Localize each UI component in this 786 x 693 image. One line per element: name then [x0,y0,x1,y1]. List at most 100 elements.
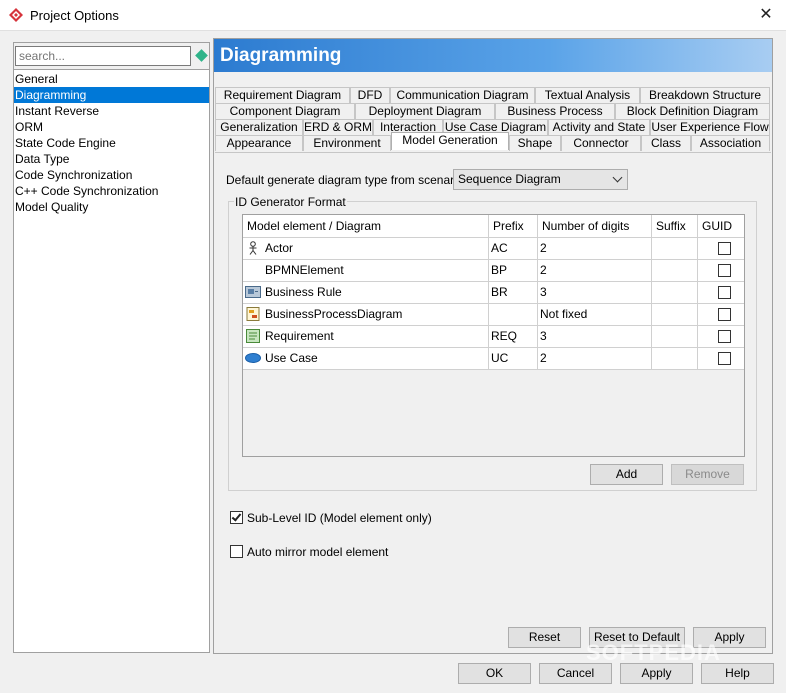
id-format-table: Model element / Diagram Prefix Number of… [242,214,745,457]
app-logo-icon [9,8,23,22]
guid-checkbox[interactable] [718,308,731,321]
tab-connector[interactable]: Connector [561,135,641,151]
digits-cell[interactable]: 2 [538,348,652,369]
nav-item-orm[interactable]: ORM [14,119,209,135]
suffix-cell[interactable] [652,282,698,303]
window-title: Project Options [30,8,119,23]
watermark: SOFTPEDIA [586,640,721,665]
chevron-down-icon [612,172,623,183]
column-header-guid[interactable]: GUID [698,215,744,238]
sub-level-id-label: Sub-Level ID (Model element only) [247,511,432,525]
element-name: Use Case [265,351,318,365]
digits-cell[interactable]: 3 [538,326,652,347]
tab-appearance[interactable]: Appearance [215,135,303,151]
element-name: Business Rule [265,285,342,299]
tab-deployment-diagram[interactable]: Deployment Diagram [355,103,495,119]
suffix-cell[interactable] [652,238,698,259]
suffix-cell[interactable] [652,326,698,347]
actor-icon [249,241,257,255]
cancel-button[interactable]: Cancel [539,663,612,684]
tab-dfd[interactable]: DFD [350,87,390,103]
help-button[interactable]: Help [701,663,774,684]
tab-block-definition-diagram[interactable]: Block Definition Diagram [615,103,770,119]
tab-class[interactable]: Class [641,135,691,151]
prefix-cell[interactable]: BR [489,282,538,303]
nav-item-diagramming[interactable]: Diagramming [14,87,209,103]
table-row[interactable]: Actor AC 2 [243,238,744,260]
nav-item-state-code-engine[interactable]: State Code Engine [14,135,209,151]
use-case-icon [245,353,261,363]
requirement-icon [246,329,260,343]
column-header-prefix[interactable]: Prefix [489,215,538,238]
suffix-cell[interactable] [652,260,698,281]
suffix-cell[interactable] [652,348,698,369]
table-row[interactable]: BPMNElement BP 2 [243,260,744,282]
search-input[interactable] [15,46,191,66]
column-header-suffix[interactable]: Suffix [652,215,698,238]
table-row[interactable]: Business Rule BR 3 [243,282,744,304]
table-row[interactable]: Requirement REQ 3 [243,326,744,348]
nav-item-general[interactable]: General [14,71,209,87]
tab-component-diagram[interactable]: Component Diagram [215,103,355,119]
nav-item-instant-reverse[interactable]: Instant Reverse [14,103,209,119]
nav-item-data-type[interactable]: Data Type [14,151,209,167]
prefix-cell[interactable]: UC [489,348,538,369]
apply-button[interactable]: Apply [620,663,693,684]
reset-button[interactable]: Reset [508,627,581,648]
element-name: Actor [265,241,294,255]
prefix-cell[interactable]: AC [489,238,538,259]
id-generator-legend: ID Generator Format [234,195,347,209]
auto-mirror-checkbox[interactable] [230,545,243,558]
guid-checkbox[interactable] [718,330,731,343]
suffix-cell[interactable] [652,304,698,325]
guid-checkbox[interactable] [718,286,731,299]
prefix-cell[interactable] [489,304,538,325]
table-row[interactable]: BusinessProcessDiagram Not fixed [243,304,744,326]
tab-activity-and-state[interactable]: Activity and State [548,119,650,135]
table-header: Model element / Diagram Prefix Number of… [243,215,744,238]
remove-button[interactable]: Remove [671,464,744,485]
prefix-cell[interactable]: REQ [489,326,538,347]
tab-user-experience-flow[interactable]: User Experience Flow [650,119,770,135]
digits-cell[interactable]: Not fixed [538,304,652,325]
digits-cell[interactable]: 2 [538,260,652,281]
column-header-digits[interactable]: Number of digits [538,215,652,238]
guid-checkbox[interactable] [718,352,731,365]
panel-banner: Diagramming [214,39,772,72]
nav-item-code-synchronization[interactable]: Code Synchronization [14,167,209,183]
search-clear-icon[interactable] [195,49,208,62]
guid-checkbox[interactable] [718,264,731,277]
tab-generalization[interactable]: Generalization [215,119,303,135]
add-button[interactable]: Add [590,464,663,485]
panel-title: Diagramming [220,45,342,66]
scenario-dropdown-value: Sequence Diagram [458,172,561,186]
nav-item-model-quality[interactable]: Model Quality [14,199,209,215]
tab-environment[interactable]: Environment [303,135,391,151]
digits-cell[interactable]: 3 [538,282,652,303]
column-header-element[interactable]: Model element / Diagram [243,215,489,238]
element-name: BusinessProcessDiagram [265,307,403,321]
nav-item-cpp-code-synchronization[interactable]: C++ Code Synchronization [14,183,209,199]
element-name: BPMNElement [265,263,344,277]
tab-business-process[interactable]: Business Process [495,103,615,119]
digits-cell[interactable]: 2 [538,238,652,259]
checkmark-icon [231,511,242,522]
tab-breakdown-structure[interactable]: Breakdown Structure [640,87,770,103]
close-icon[interactable]: ✕ [754,4,778,26]
nav-list: General Diagramming Instant Reverse ORM … [14,69,209,215]
tab-requirement-diagram[interactable]: Requirement Diagram [215,87,350,103]
prefix-cell[interactable]: BP [489,260,538,281]
ok-button[interactable]: OK [458,663,531,684]
tab-association[interactable]: Association [691,135,770,151]
scenario-dropdown[interactable]: Sequence Diagram [453,169,628,190]
element-name: Requirement [265,329,334,343]
tab-model-generation[interactable]: Model Generation [391,132,509,150]
guid-checkbox[interactable] [718,242,731,255]
sub-level-id-checkbox[interactable] [230,511,243,524]
tab-shape[interactable]: Shape [509,135,561,151]
table-row[interactable]: Use Case UC 2 [243,348,744,370]
tab-erd-orm[interactable]: ERD & ORM [303,119,373,135]
left-panel: General Diagramming Instant Reverse ORM … [13,42,210,653]
tab-textual-analysis[interactable]: Textual Analysis [535,87,640,103]
tab-communication-diagram[interactable]: Communication Diagram [390,87,535,103]
